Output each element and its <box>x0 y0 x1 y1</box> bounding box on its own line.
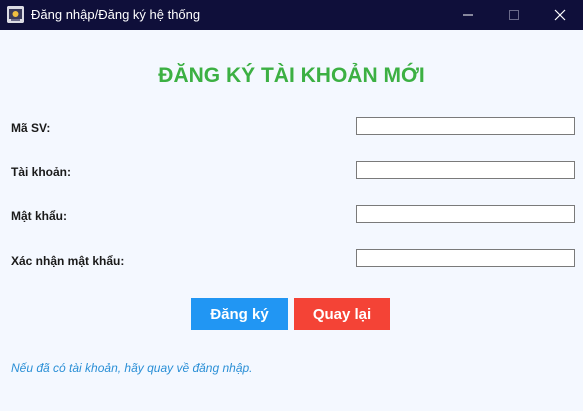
close-icon <box>554 9 566 21</box>
password-input[interactable] <box>356 205 575 223</box>
minimize-icon <box>463 14 473 16</box>
login-hint: Nếu đã có tài khoản, hãy quay về đăng nh… <box>11 361 253 375</box>
maximize-icon <box>509 10 519 20</box>
page-title: ĐĂNG KÝ TÀI KHOẢN MỚI <box>158 64 425 87</box>
register-window: Đăng nhập/Đăng ký hệ thống ĐĂNG KÝ TÀI K… <box>0 0 583 411</box>
app-window-icon <box>7 6 24 23</box>
back-button[interactable]: Quay lại <box>294 298 390 330</box>
student-id-label: Mã SV: <box>11 121 51 135</box>
confirm-password-input[interactable] <box>356 249 575 267</box>
username-label: Tài khoản: <box>11 165 72 179</box>
minimize-button[interactable] <box>445 0 491 30</box>
close-button[interactable] <box>537 0 583 30</box>
maximize-button[interactable] <box>491 0 537 30</box>
password-label: Mật khẩu: <box>11 209 68 223</box>
confirm-password-label: Xác nhận mật khẩu: <box>11 254 125 268</box>
register-button[interactable]: Đăng ký <box>191 298 288 330</box>
student-id-input[interactable] <box>356 117 575 135</box>
title-bar[interactable]: Đăng nhập/Đăng ký hệ thống <box>0 0 583 30</box>
username-input[interactable] <box>356 161 575 179</box>
window-title: Đăng nhập/Đăng ký hệ thống <box>31 7 201 22</box>
